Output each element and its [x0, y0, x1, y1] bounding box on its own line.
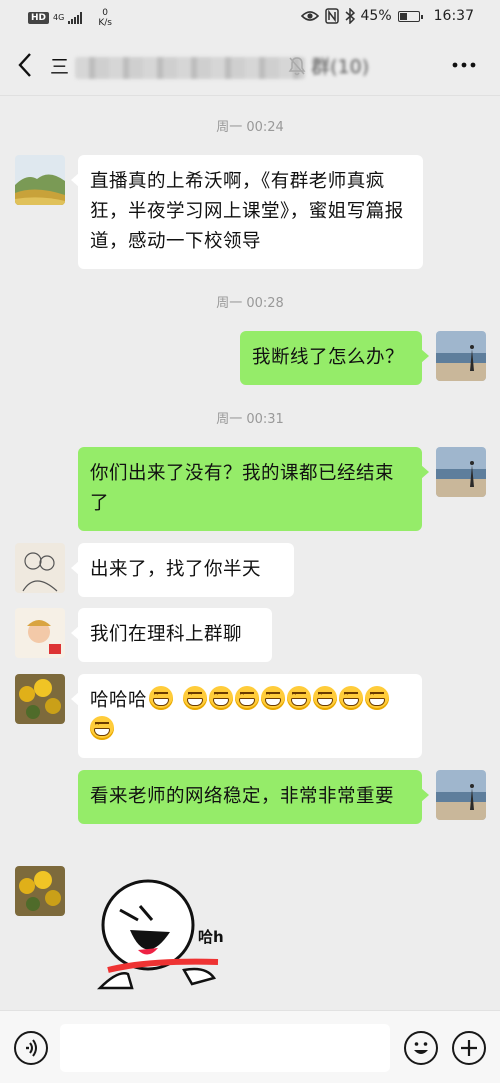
signal-icon: [68, 12, 83, 24]
message-bubble-self[interactable]: 你们出来了没有？我的课都已经结束了: [78, 447, 429, 531]
grinning-emoji-icon: [149, 686, 174, 710]
message-bubble[interactable]: 哈哈哈: [71, 674, 422, 758]
avatar-self[interactable]: [436, 331, 486, 381]
grinning-emoji-icon: [365, 686, 390, 710]
more-dots-icon[interactable]: [450, 56, 478, 74]
sticker-caption: 哈h: [198, 928, 224, 946]
chat-header: 三 群(10): [0, 34, 500, 96]
plus-icon[interactable]: [452, 1031, 486, 1065]
bell-off-icon: [288, 57, 306, 76]
title-blurred: [75, 56, 306, 79]
hd-badge: HD: [28, 12, 50, 24]
grinning-emoji-icon: [90, 716, 114, 740]
message-bubble[interactable]: 出来了，找了你半天: [71, 543, 294, 597]
clock: 16:37: [433, 8, 474, 24]
back-icon[interactable]: [14, 50, 38, 80]
grinning-emoji-icon: [261, 686, 286, 710]
message-bubble[interactable]: 我们在理科上群聊: [71, 608, 272, 662]
bluetooth-icon: [345, 8, 355, 24]
grinning-emoji-icon: [235, 686, 260, 710]
grinning-emoji-icon: [287, 686, 312, 710]
avatar-self[interactable]: [436, 770, 486, 820]
message-input[interactable]: [60, 1024, 390, 1072]
grinning-emoji-icon: [339, 686, 364, 710]
eye-icon: [300, 11, 319, 21]
battery-icon: [397, 10, 423, 22]
timestamp: 周一 00:28: [216, 296, 284, 311]
message-bubble[interactable]: 直播真的上希沃啊，《有群老师真疯狂，半夜学习网上课堂》，蜜姐写篇报道，感动一下校…: [71, 155, 423, 269]
message-bubble-self[interactable]: 我断线了怎么办？: [240, 331, 429, 385]
avatar-self[interactable]: [436, 447, 486, 497]
grinning-emoji-icon: [313, 686, 338, 710]
emoji-icon[interactable]: [404, 1031, 438, 1065]
network-speed: 0 K/s: [98, 8, 112, 28]
nfc-icon: [324, 8, 339, 24]
network-type: 4G: [53, 13, 65, 22]
input-bar: [0, 1010, 500, 1083]
grinning-emoji-icon: [209, 686, 234, 710]
grinning-emoji-icon: [183, 686, 208, 710]
status-bar: HD 4G 0 K/s 45% 16:37: [0, 0, 500, 34]
chat-title: 三 群(10): [50, 56, 370, 79]
avatar-sketch[interactable]: [15, 543, 65, 593]
message-bubble-self[interactable]: 看来老师的网络稳定，非常非常重要: [78, 770, 429, 824]
timestamp: 周一 00:24: [216, 120, 284, 135]
voice-icon[interactable]: [14, 1031, 48, 1065]
avatar-child[interactable]: [15, 608, 65, 658]
battery-percent: 45%: [360, 8, 392, 24]
laughing-sticker[interactable]: 哈h: [88, 870, 238, 1000]
avatar-landscape[interactable]: [15, 155, 65, 205]
avatar-flowers[interactable]: [15, 866, 65, 916]
avatar-flowers[interactable]: [15, 674, 65, 724]
timestamp: 周一 00:31: [216, 412, 284, 427]
